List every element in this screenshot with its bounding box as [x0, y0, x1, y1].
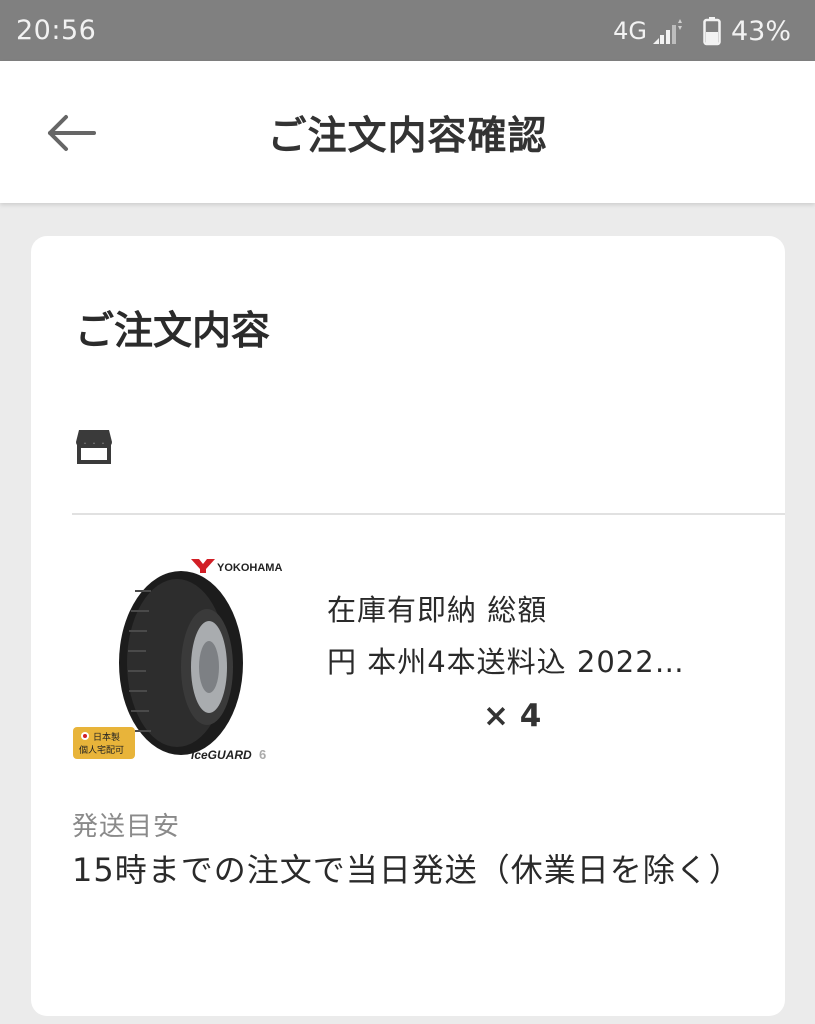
badge-line1: 日本製 [93, 731, 120, 743]
app-bar: ご注文内容確認 [0, 61, 815, 203]
store-icon[interactable] [75, 428, 113, 464]
divider [72, 513, 785, 515]
product-title-line1: 在庫有即納 総額 [327, 593, 548, 627]
status-bar: 20:56 4G 43% [0, 0, 815, 61]
brand-text: YOKOHAMA [217, 562, 282, 574]
network-type: 4G [613, 17, 647, 45]
signal-icon [652, 19, 682, 44]
product-model-mark: 6 [259, 747, 266, 762]
product-logo-text: iceGUARD [191, 748, 252, 762]
product-image[interactable]: YOKOHAMA 日本製 個人宅配可 iceGUARD 6 [71, 551, 301, 776]
status-time: 20:56 [16, 15, 97, 46]
badge-line2: 個人宅配可 [79, 744, 124, 756]
status-icons: 4G 43% [613, 14, 791, 48]
shipping-value: 15時までの注文で当日発送（休業日を除く） [72, 851, 742, 889]
page-title: ご注文内容確認 [267, 114, 548, 159]
product-title-line2: 円 本州4本送料込 2022… [327, 645, 685, 679]
battery-icon [703, 17, 721, 46]
product-title[interactable]: 在庫有即納 総額 円 本州4本送料込 2022… [327, 584, 747, 688]
order-card: ご注文内容 YOKOHAMA 日本製 個人宅配可 iceGUARD 6 在庫有即… [31, 236, 785, 1016]
battery-percent: 43% [730, 15, 791, 47]
section-title: ご注文内容 [75, 309, 271, 354]
item-quantity: × 4 [483, 698, 542, 734]
shipping-label: 発送目安 [72, 812, 181, 842]
